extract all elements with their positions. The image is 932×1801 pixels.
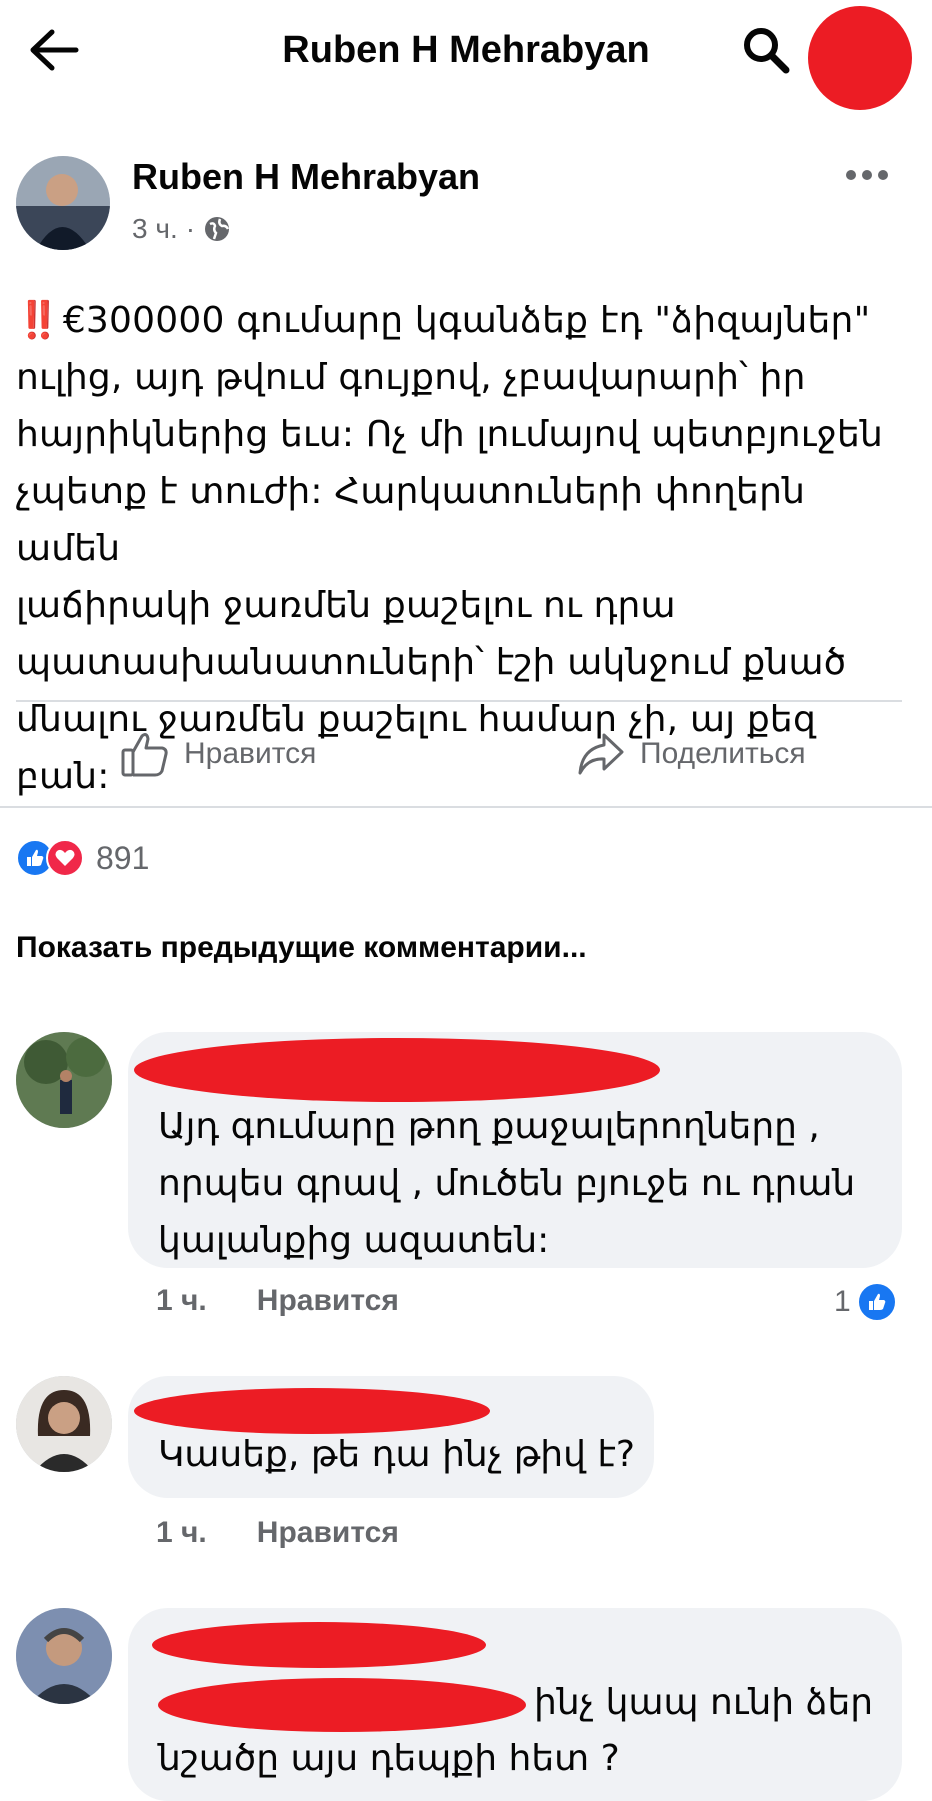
post-author-name[interactable]: Ruben H Mehrabyan — [132, 154, 480, 200]
redacted-mention — [158, 1678, 526, 1732]
redacted-commenter-name — [134, 1038, 660, 1102]
comment-like-button[interactable]: Нравится — [257, 1284, 399, 1318]
like-button[interactable]: Нравится — [120, 724, 316, 784]
like-reaction-icon — [856, 1282, 897, 1322]
comment-bubble: ինչ կապ ունի ձեր նշածը այս դեպքի հետ ? — [128, 1608, 902, 1801]
comment-time[interactable]: 1 ч. — [156, 1284, 207, 1318]
globe-icon — [205, 217, 230, 241]
thumbs-up-icon — [121, 733, 168, 777]
search-button[interactable] — [738, 22, 794, 78]
double-exclamation-icon: ‼️ — [16, 300, 61, 341]
reaction-count: 891 — [96, 839, 150, 876]
comment-meta: 1 ч. Нравится — [156, 1516, 399, 1550]
redacted-commenter-name — [152, 1622, 486, 1668]
redacted-profile-avatar — [808, 6, 912, 110]
divider — [0, 806, 932, 808]
share-button[interactable]: Поделиться — [576, 724, 806, 784]
share-label: Поделиться — [640, 737, 806, 770]
comment-time[interactable]: 1 ч. — [156, 1516, 207, 1550]
comment-bubble: Կասեք, թե դա ինչ թիվ է? — [128, 1376, 654, 1498]
reactions-summary[interactable]: 891 — [16, 836, 149, 880]
commenter-avatar[interactable] — [16, 1608, 112, 1704]
post-meta: 3 ч. · — [132, 210, 231, 248]
post-time[interactable]: 3 ч. — [132, 210, 178, 248]
comment-text: Կասեք, թե դա ինչ թիվ է? — [158, 1434, 635, 1475]
share-arrow-icon — [578, 733, 624, 775]
comment-like-count[interactable]: 1 — [834, 1282, 897, 1322]
comment-like-number: 1 — [834, 1285, 851, 1318]
commenter-avatar[interactable] — [16, 1032, 112, 1128]
comment-text-line1: ինչ կապ ունի ձեր — [534, 1682, 874, 1723]
divider — [16, 700, 902, 702]
comment-bubble: Այդ գումարը թող քաջալերողները , որպես գր… — [128, 1032, 902, 1268]
avatar-image — [16, 1608, 112, 1704]
love-reaction-icon — [46, 839, 84, 877]
comment-text-line2: նշածը այս դեպքի հետ ? — [158, 1738, 620, 1779]
avatar-image — [16, 1376, 112, 1472]
post-body: €300000 գումարը կգանձեք էդ "ձիզայներ" ու… — [16, 300, 884, 797]
more-options-button[interactable] — [842, 160, 892, 190]
avatar-image — [16, 1032, 112, 1128]
meta-separator: · — [185, 213, 196, 244]
show-previous-comments-link[interactable]: Показать предыдущие комментарии... — [16, 928, 587, 968]
comment-like-button[interactable]: Нравится — [257, 1516, 399, 1550]
author-avatar[interactable] — [16, 156, 110, 250]
search-icon — [744, 28, 790, 74]
commenter-avatar[interactable] — [16, 1376, 112, 1472]
like-label: Нравится — [184, 737, 317, 770]
comment-meta: 1 ч. Нравится — [156, 1284, 399, 1318]
more-dots-icon — [846, 170, 888, 180]
avatar-image — [16, 156, 110, 250]
comment-text: Այդ գումարը թող քաջալերողները , որպես գր… — [158, 1106, 856, 1261]
